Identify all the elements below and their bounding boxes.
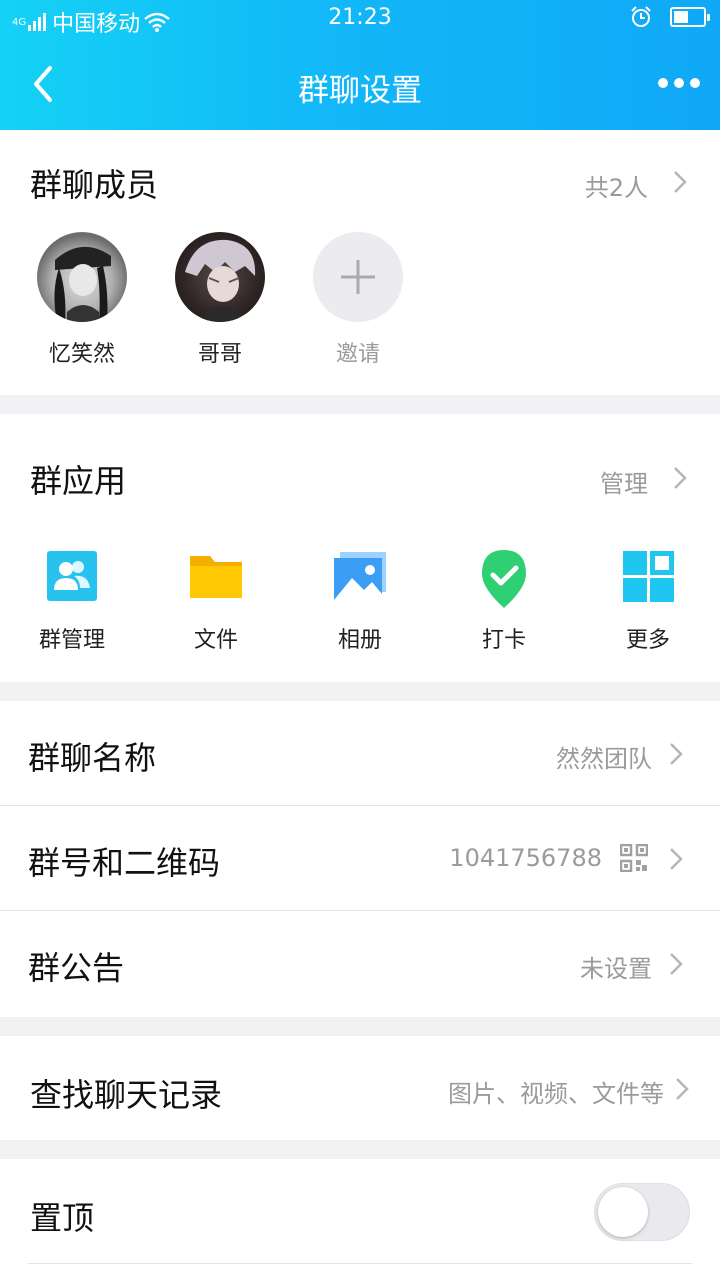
chevron-right-icon[interactable] (672, 169, 688, 195)
pin-toggle[interactable] (594, 1183, 690, 1241)
invite-label: 邀请 (335, 342, 380, 367)
photo-album-icon (332, 548, 388, 604)
group-id-row[interactable]: 群号和二维码 1041756788 (0, 806, 720, 911)
status-time: 21:23 (328, 5, 392, 30)
app-label: 打卡 (481, 628, 526, 653)
battery-icon (670, 7, 710, 27)
app-group-manage[interactable]: 群管理 (17, 548, 127, 654)
divider (28, 1263, 692, 1264)
invite-button[interactable] (313, 232, 403, 322)
chevron-right-icon (670, 743, 683, 765)
qr-code-icon (620, 844, 648, 872)
apps-section: 群应用 管理 群管理 文件 相册 打卡 更多 (0, 414, 720, 682)
more-dots-icon[interactable] (658, 70, 702, 96)
apps-manage[interactable]: 管理 (600, 464, 648, 499)
battery-fill (674, 11, 688, 23)
member-item[interactable]: 哥哥 (160, 232, 280, 368)
app-file[interactable]: 文件 (161, 548, 271, 654)
pin-section: 置顶 (0, 1159, 720, 1280)
row-label: 群号和二维码 (28, 844, 221, 882)
page-title: 群聊设置 (298, 73, 422, 109)
app-label: 相册 (337, 628, 382, 653)
nav-bar: 群聊设置 (0, 40, 720, 130)
chevron-right-icon (676, 1078, 689, 1100)
group-info-section: 群聊名称 然然团队 群号和二维码 1041756788 群公告 未设置 (0, 701, 720, 1017)
chevron-right-icon[interactable] (672, 465, 688, 491)
app-album[interactable]: 相册 (305, 548, 415, 654)
avatar[interactable] (37, 232, 127, 322)
app-label: 文件 (193, 628, 238, 653)
group-name-row[interactable]: 群聊名称 然然团队 (0, 701, 720, 806)
member-item[interactable]: 忆笑然 (22, 232, 142, 368)
group-name-value: 然然团队 (556, 745, 652, 773)
members-section: 群聊成员 共2人 忆笑然 哥哥 邀请 (0, 130, 720, 395)
more-grid-icon (620, 548, 676, 604)
check-in-icon (476, 548, 532, 608)
search-history-row[interactable]: 查找聊天记录 图片、视频、文件等 (0, 1036, 720, 1141)
status-bar: 4G 中国移动 21:23 (0, 0, 720, 40)
pin-row: 置顶 (0, 1159, 720, 1264)
group-id-value: 1041756788 (449, 844, 602, 872)
notice-value: 未设置 (580, 955, 652, 983)
app-checkin[interactable]: 打卡 (449, 548, 559, 654)
search-history-section: 查找聊天记录 图片、视频、文件等 (0, 1036, 720, 1140)
row-label: 查找聊天记录 (30, 1076, 223, 1114)
header: 4G 中国移动 21:23 群聊设置 (0, 0, 720, 130)
invite-item[interactable]: 邀请 (298, 232, 418, 368)
member-name: 忆笑然 (48, 342, 115, 367)
alarm-icon (631, 6, 651, 27)
app-label: 群管理 (38, 628, 105, 653)
avatar[interactable] (175, 232, 265, 322)
row-label: 群公告 (28, 949, 125, 987)
row-label: 群聊名称 (28, 739, 157, 777)
app-more[interactable]: 更多 (593, 548, 703, 654)
chevron-right-icon (670, 953, 683, 975)
status-right (630, 6, 710, 28)
row-label: 置顶 (30, 1199, 95, 1237)
apps-title: 群应用 (30, 462, 127, 500)
group-manage-icon (44, 548, 100, 604)
search-history-hint: 图片、视频、文件等 (448, 1080, 664, 1108)
toggle-knob (598, 1187, 648, 1237)
members-title: 群聊成员 (30, 166, 159, 204)
group-notice-row[interactable]: 群公告 未设置 (0, 911, 720, 1016)
members-count[interactable]: 共2人 (585, 168, 648, 203)
folder-icon (188, 548, 244, 604)
chevron-right-icon (670, 848, 683, 870)
app-label: 更多 (625, 628, 670, 653)
member-name: 哥哥 (197, 342, 242, 367)
plus-icon (341, 260, 375, 294)
